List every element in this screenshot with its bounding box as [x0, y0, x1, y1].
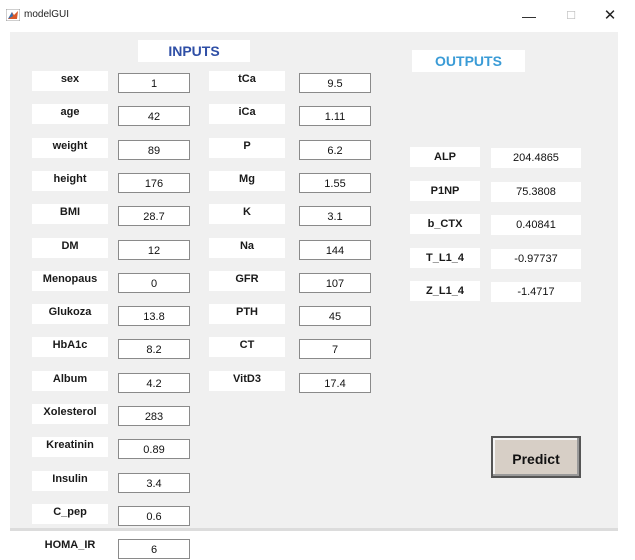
input-insulin[interactable]: 3.4: [118, 472, 190, 493]
label-hba1c: HbA1c: [32, 337, 108, 358]
label-na: Na: [209, 237, 285, 258]
label-glukoza: Glukoza: [32, 304, 108, 325]
label-ica: iCa: [209, 104, 285, 125]
output-label-p1np: P1NP: [410, 180, 480, 201]
label-bmi: BMI: [32, 204, 108, 225]
input-weight[interactable]: 89: [118, 139, 190, 160]
label-sex: sex: [32, 71, 108, 91]
input-age[interactable]: 42: [118, 106, 190, 127]
input-glukoza[interactable]: 13.8: [118, 306, 190, 327]
output-value-b-ctx: 0.40841: [491, 215, 581, 235]
output-value-t-l1-4: -0.97737: [491, 248, 581, 269]
output-value-p1np: 75.3808: [491, 181, 581, 202]
input-album[interactable]: 4.2: [118, 372, 190, 393]
label-homa-ir: HOMA_IR: [32, 537, 108, 558]
label-album: Album: [32, 370, 108, 391]
output-value-z-l1-4: -1.4717: [491, 282, 581, 302]
predict-button[interactable]: Predict: [491, 436, 581, 478]
inputs-header: INPUTS: [138, 40, 250, 62]
output-label-z-l1-4: Z_L1_4: [410, 281, 480, 301]
label-ct: CT: [209, 337, 285, 358]
input-p[interactable]: 6.2: [299, 139, 371, 160]
label-dm: DM: [32, 237, 108, 258]
input-homa-ir[interactable]: 6: [118, 539, 190, 560]
input-pth[interactable]: 45: [299, 306, 371, 327]
label-insulin: Insulin: [32, 470, 108, 491]
input-ica[interactable]: 1.11: [299, 106, 371, 127]
output-label-b-ctx: b_CTX: [410, 214, 480, 234]
input-c-pep[interactable]: 0.6: [118, 505, 190, 526]
label-tca: tCa: [209, 71, 285, 91]
input-k[interactable]: 3.1: [299, 206, 371, 227]
label-weight: weight: [32, 137, 108, 158]
label-menopaus: Menopaus: [32, 270, 108, 291]
outputs-header: OUTPUTS: [412, 50, 525, 72]
input-menopaus[interactable]: 0: [118, 272, 190, 293]
label-age: age: [32, 104, 108, 125]
label-gfr: GFR: [209, 270, 285, 291]
label-pth: PTH: [209, 304, 285, 325]
label-xolesterol: Xolesterol: [32, 404, 108, 424]
title-bar: modelGUI — ☐ ✕: [0, 0, 635, 32]
label-height: height: [32, 170, 108, 191]
input-tca[interactable]: 9.5: [299, 73, 371, 93]
output-label-t-l1-4: T_L1_4: [410, 247, 480, 268]
output-label-alp: ALP: [410, 147, 480, 167]
input-gfr[interactable]: 107: [299, 272, 371, 293]
input-ct[interactable]: 7: [299, 339, 371, 360]
input-na[interactable]: 144: [299, 239, 371, 260]
maximize-button[interactable]: ☐: [556, 4, 586, 28]
input-sex[interactable]: 1: [118, 73, 190, 93]
label-p: P: [209, 137, 285, 158]
matlab-icon: [6, 9, 20, 21]
label-k: K: [209, 204, 285, 225]
close-button[interactable]: ✕: [595, 4, 625, 28]
input-height[interactable]: 176: [118, 172, 190, 193]
input-dm[interactable]: 12: [118, 239, 190, 260]
input-vitd3[interactable]: 17.4: [299, 372, 371, 393]
label-vitd3: VitD3: [209, 370, 285, 391]
input-xolesterol[interactable]: 283: [118, 406, 190, 426]
label-mg: Mg: [209, 170, 285, 191]
label-kreatinin: Kreatinin: [32, 437, 108, 458]
label-c-pep: C_pep: [32, 503, 108, 524]
output-value-alp: 204.4865: [491, 148, 581, 168]
panel-border: [10, 528, 618, 531]
input-bmi[interactable]: 28.7: [118, 206, 190, 227]
input-hba1c[interactable]: 8.2: [118, 339, 190, 360]
input-mg[interactable]: 1.55: [299, 172, 371, 193]
window-title: modelGUI: [24, 9, 70, 20]
minimize-button[interactable]: —: [514, 4, 544, 28]
input-kreatinin[interactable]: 0.89: [118, 439, 190, 460]
